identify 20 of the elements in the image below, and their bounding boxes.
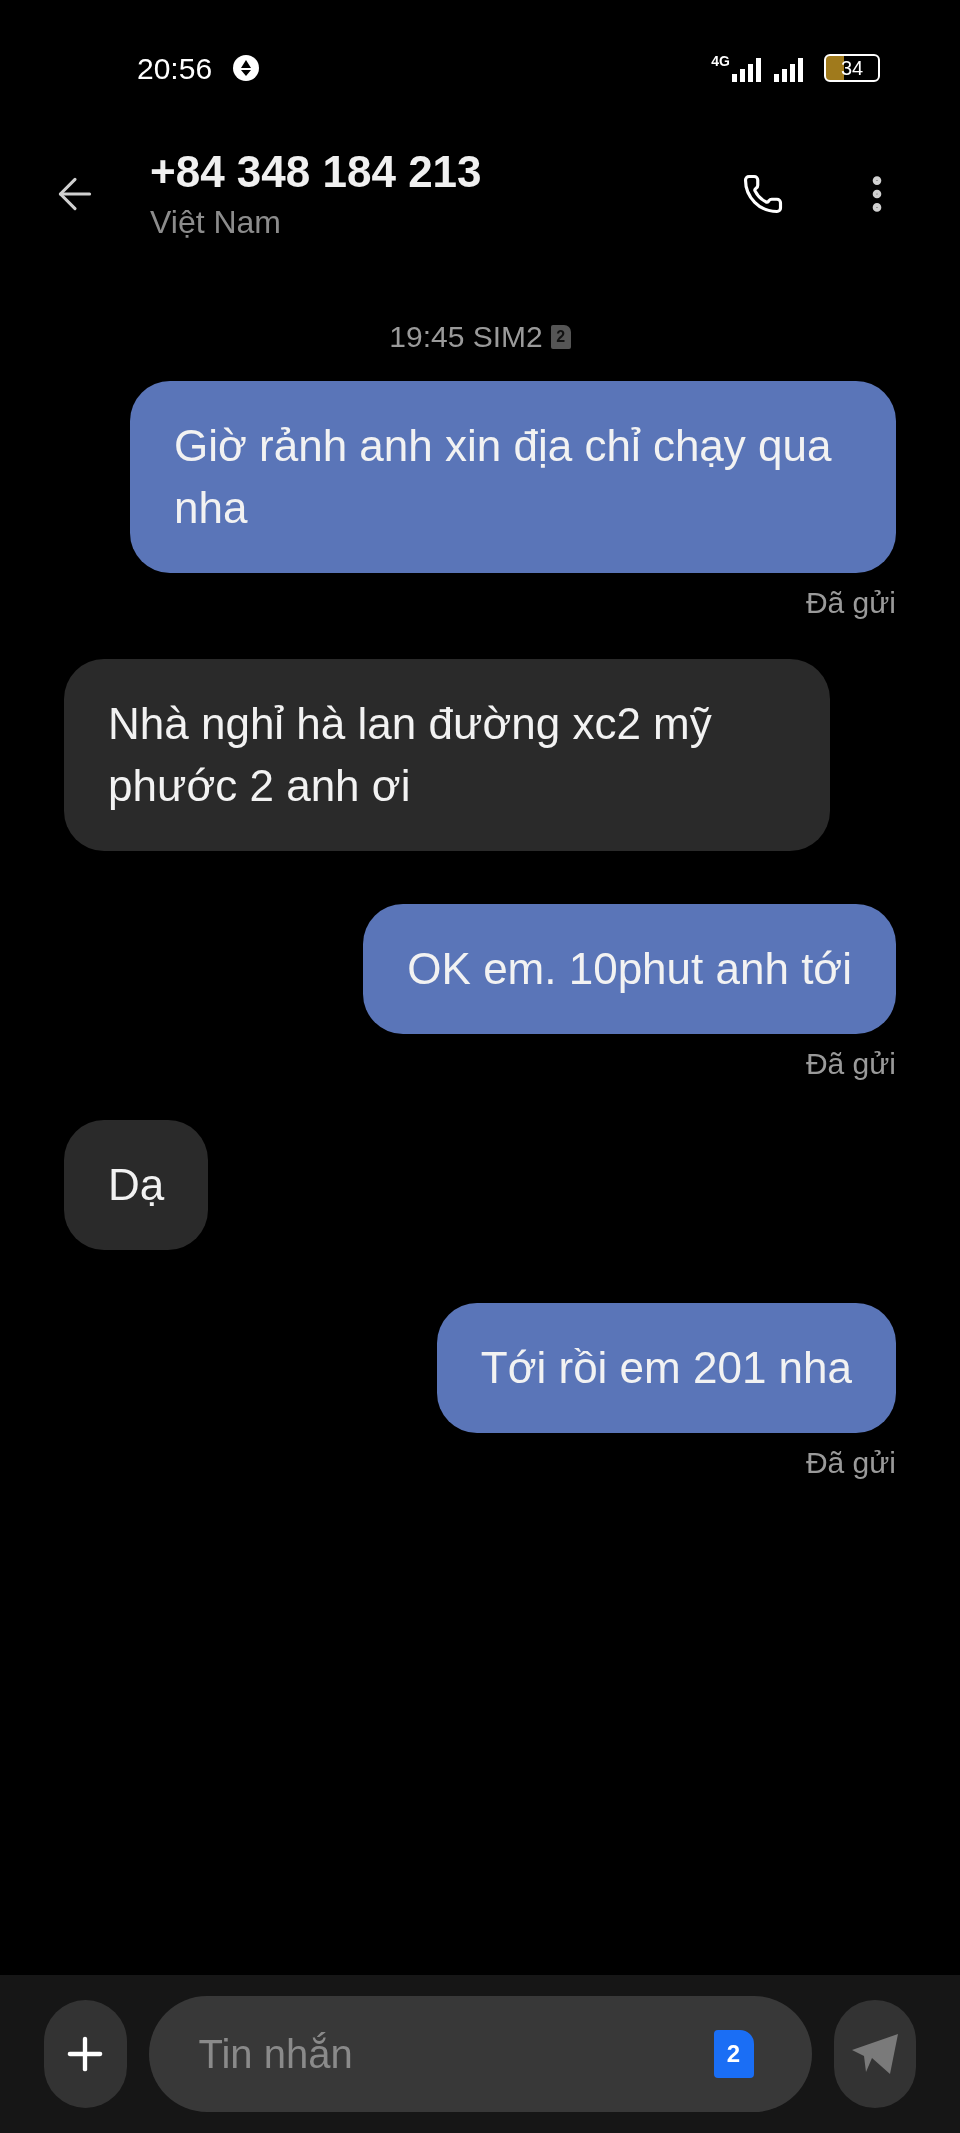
delivery-status: Đã gửi	[805, 585, 896, 621]
network-label: 4G	[711, 54, 730, 68]
delivery-status: Đã gửi	[805, 1046, 896, 1082]
contact-country: Việt Nam	[150, 203, 282, 242]
signal-icon	[774, 58, 804, 82]
contact-number: +84 348 184 213	[150, 146, 483, 198]
status-time: 20:56	[137, 50, 213, 87]
signal-icon	[732, 58, 762, 82]
message-input[interactable]: Tin nhắn 2	[148, 1996, 812, 2112]
message-bubble: Tới rồi em 201 nha	[436, 1303, 896, 1433]
sim-icon: 2	[550, 324, 571, 349]
message-bubble: OK em. 10phut anh tới	[363, 904, 896, 1034]
message-timestamp: 19:45 SIM2	[389, 319, 543, 355]
sim-icon[interactable]: 2	[713, 2030, 754, 2078]
delivery-status: Đã gửi	[805, 1445, 896, 1481]
phone-icon[interactable]	[742, 173, 784, 215]
message-bubble: Giờ rảnh anh xin địa chỉ chạy qua nha	[130, 381, 896, 573]
send-icon	[851, 2034, 898, 2074]
message-bubble: Dạ	[64, 1120, 209, 1250]
message-bubble: Nhà nghỉ hà lan đường xc2 mỹ phước 2 anh ơi	[64, 659, 830, 851]
